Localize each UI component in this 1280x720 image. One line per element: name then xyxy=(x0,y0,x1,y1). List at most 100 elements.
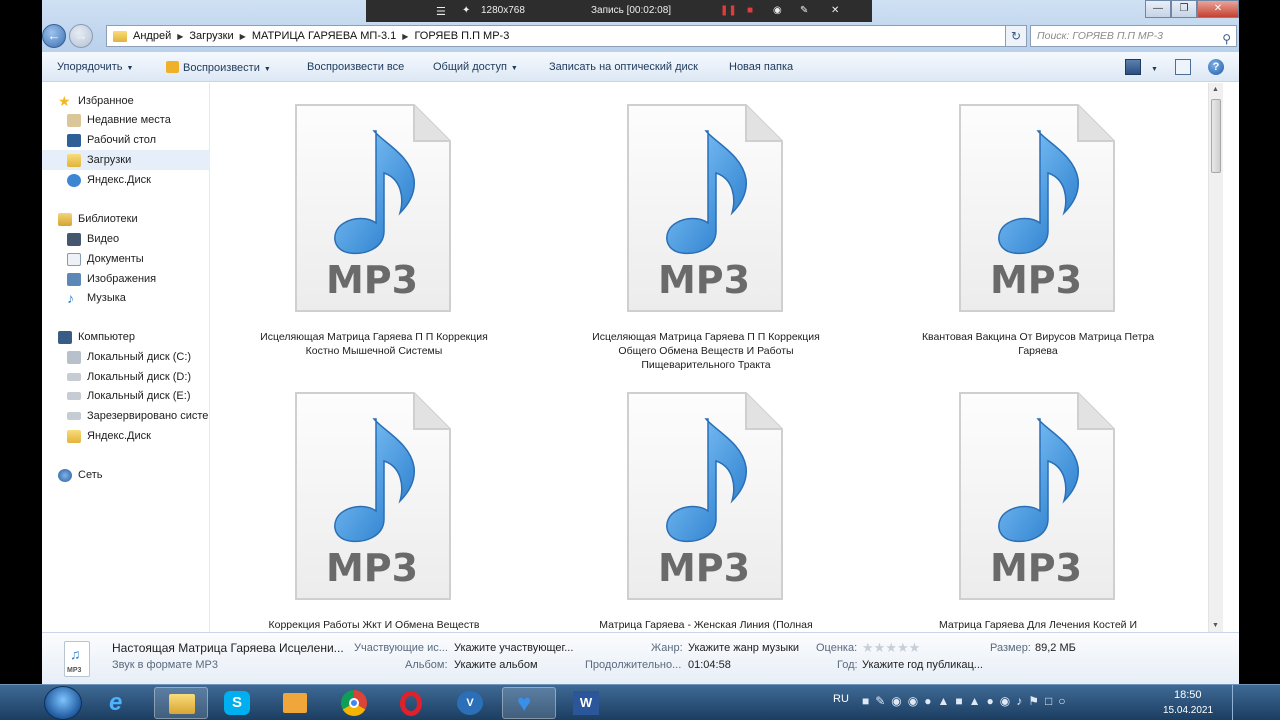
file-name-line: Матрица Гаряева - Женская Линия (Полная xyxy=(599,619,813,631)
detail-album-value[interactable]: Укажите альбом xyxy=(454,659,538,671)
camera-icon[interactable]: ◉ xyxy=(773,5,782,16)
sidebar-item-disk-c[interactable]: Локальный диск (C:) xyxy=(42,347,210,367)
sidebar-item-desktop[interactable]: Рабочий стол xyxy=(42,130,210,150)
star-icon[interactable]: ★ xyxy=(862,640,874,655)
play-label: Воспроизвести xyxy=(183,62,260,74)
skype-taskbar-icon[interactable]: S xyxy=(212,687,266,719)
close-button[interactable]: ✕ xyxy=(1197,0,1239,18)
organize-menu[interactable]: Упорядочить ▼ xyxy=(57,61,133,73)
vpn-taskbar-icon[interactable]: V xyxy=(444,687,498,719)
pause-icon[interactable]: ❚❚ xyxy=(720,5,737,16)
media-player-taskbar-icon[interactable] xyxy=(270,687,324,719)
sidebar-item-images[interactable]: Изображения xyxy=(42,269,210,289)
file-name: Квантовая Вакцина От Вирусов Матрица Пет… xyxy=(898,330,1178,358)
view-dropdown-icon[interactable]: ▼ xyxy=(1147,62,1158,74)
play-menu[interactable]: Воспроизвести ▼ xyxy=(166,61,271,74)
documents-icon xyxy=(67,252,81,266)
share-menu[interactable]: Общий доступ ▼ xyxy=(433,61,518,73)
sidebar-item-label: Избранное xyxy=(78,95,134,107)
maximize-button[interactable]: ❐ xyxy=(1171,0,1197,18)
sidebar-item-label: Музыка xyxy=(87,292,126,304)
scroll-up-icon[interactable]: ▲ xyxy=(1212,86,1219,93)
file-item[interactable]: MP3 Матрица Гаряева - Женская Линия (Полн… xyxy=(566,371,826,632)
word-taskbar-icon[interactable]: W xyxy=(560,687,614,719)
minimize-button[interactable]: — xyxy=(1145,0,1171,18)
start-button[interactable] xyxy=(44,686,82,720)
pin-icon[interactable]: ✦ xyxy=(462,5,470,16)
sidebar-item-reserved[interactable]: Зарезервировано систе xyxy=(42,406,210,426)
rating-stars[interactable]: ★★★★★ xyxy=(862,640,920,656)
scroll-down-icon[interactable]: ▼ xyxy=(1212,622,1219,629)
sidebar-item-network[interactable]: Сеть xyxy=(42,465,210,485)
file-item[interactable]: MP3 Исцеляющая Матрица Гаряева П П Коррек… xyxy=(566,83,826,383)
file-item[interactable]: MP3 Матрица Гаряева Для Лечения Костей И xyxy=(898,371,1158,632)
scroll-thumb[interactable] xyxy=(1211,99,1221,173)
sidebar-item-libraries[interactable]: Библиотеки xyxy=(42,209,210,229)
show-desktop-button[interactable] xyxy=(1232,685,1246,720)
file-item[interactable]: MP3 Квантовая Вакцина От Вирусов Матрица … xyxy=(898,83,1158,383)
mp3-file-icon: MP3 xyxy=(627,104,783,312)
tray-icons[interactable]: ■✎◉◉●▲■▲●◉♪⚑□○ xyxy=(862,694,1071,720)
breadcrumb-separator-icon[interactable]: ▶ xyxy=(177,32,183,41)
star-icon[interactable]: ★ xyxy=(874,640,886,655)
chrome-taskbar-icon[interactable] xyxy=(328,687,382,719)
opera-taskbar-icon[interactable] xyxy=(386,687,440,719)
file-name-line: Пищеварительного Тракта xyxy=(641,359,771,371)
folder-icon xyxy=(113,30,127,42)
preview-pane-icon[interactable] xyxy=(1175,59,1191,75)
recorder-close-icon[interactable]: ✕ xyxy=(831,5,839,16)
search-input[interactable]: Поиск: ГОРЯЕВ П.П МР-3 ⚲ xyxy=(1030,25,1237,47)
view-options-icon[interactable] xyxy=(1125,59,1141,75)
breadcrumb-downloads[interactable]: Загрузки xyxy=(189,30,233,42)
detail-genre-value[interactable]: Укажите жанр музыки xyxy=(688,642,799,654)
mp3-file-icon-label: MP3 xyxy=(658,258,750,302)
menu-icon[interactable]: ☰ xyxy=(436,5,446,18)
file-name: Матрица Гаряева Для Лечения Костей И xyxy=(898,618,1178,632)
sidebar-item-video[interactable]: Видео xyxy=(42,229,210,249)
heart-app-taskbar-icon[interactable]: ♥ xyxy=(502,687,556,719)
play-all-button[interactable]: Воспроизвести все xyxy=(307,61,404,73)
detail-year-value[interactable]: Укажите год публикац... xyxy=(862,659,983,671)
recorder-status: Запись [00:02:08] xyxy=(591,5,672,16)
explorer-taskbar-icon[interactable] xyxy=(154,687,208,719)
sidebar-item-favorites[interactable]: ★ Избранное xyxy=(42,91,210,111)
new-folder-button[interactable]: Новая папка xyxy=(729,61,793,73)
sidebar-item-yadisk[interactable]: Яндекс.Диск xyxy=(42,170,210,190)
sidebar-item-music[interactable]: ♪ Музыка xyxy=(42,288,210,308)
sidebar-item-computer[interactable]: Компьютер xyxy=(42,327,210,347)
help-icon[interactable]: ? xyxy=(1208,59,1224,75)
address-bar[interactable]: Андрей ▶ Загрузки ▶ МАТРИЦА ГАРЯЕВА МП-3… xyxy=(106,25,1027,47)
vertical-scrollbar[interactable]: ▲ ▼ xyxy=(1208,83,1223,632)
back-button[interactable]: ← xyxy=(42,24,66,48)
refresh-icon[interactable]: ↻ xyxy=(1005,25,1027,47)
file-item[interactable]: MP3 Коррекция Работы Жкт И Обмена Веществ xyxy=(234,371,494,632)
breadcrumb-current[interactable]: ГОРЯЕВ П.П МР-3 xyxy=(414,30,509,42)
search-icon[interactable]: ⚲ xyxy=(1222,29,1231,49)
ie-taskbar-icon[interactable]: e xyxy=(96,687,150,719)
detail-participants-value[interactable]: Укажите участвующег... xyxy=(454,642,573,654)
star-icon[interactable]: ★ xyxy=(897,640,909,655)
star-icon[interactable]: ★ xyxy=(909,640,921,655)
detail-duration-label: Продолжительно... xyxy=(585,659,682,671)
sidebar-item-disk-d[interactable]: Локальный диск (D:) xyxy=(42,367,210,387)
file-item[interactable]: MP3 Исцеляющая Матрица Гаряева П П Коррек… xyxy=(234,83,494,383)
forward-button[interactable]: → xyxy=(69,24,93,48)
sidebar-item-disk-e[interactable]: Локальный диск (E:) xyxy=(42,386,210,406)
language-indicator[interactable]: RU xyxy=(833,693,849,720)
sidebar-item-recent[interactable]: Недавние места xyxy=(42,110,210,130)
sidebar-item-yadisk-2[interactable]: Яндекс.Диск xyxy=(42,426,210,446)
breadcrumb-matrix[interactable]: МАТРИЦА ГАРЯЕВА МП-3.1 xyxy=(252,30,396,42)
tray-date[interactable]: 15.04.2021 xyxy=(1163,705,1213,720)
downloads-folder-icon xyxy=(67,153,81,167)
sidebar-item-downloads[interactable]: Загрузки xyxy=(42,150,210,170)
burn-button[interactable]: Записать на оптический диск xyxy=(549,61,698,73)
star-icon[interactable]: ★ xyxy=(885,640,897,655)
stop-icon[interactable]: ■ xyxy=(747,5,753,16)
sidebar-item-documents[interactable]: Документы xyxy=(42,249,210,269)
breadcrumb-separator-icon[interactable]: ▶ xyxy=(240,32,246,41)
pencil-icon[interactable]: ✎ xyxy=(800,5,808,16)
breadcrumb-andrey[interactable]: Андрей xyxy=(133,30,171,42)
breadcrumb-separator-icon[interactable]: ▶ xyxy=(402,32,408,41)
sidebar-item-label: Сеть xyxy=(78,469,103,481)
sidebar-item-label: Локальный диск (E:) xyxy=(87,390,191,402)
